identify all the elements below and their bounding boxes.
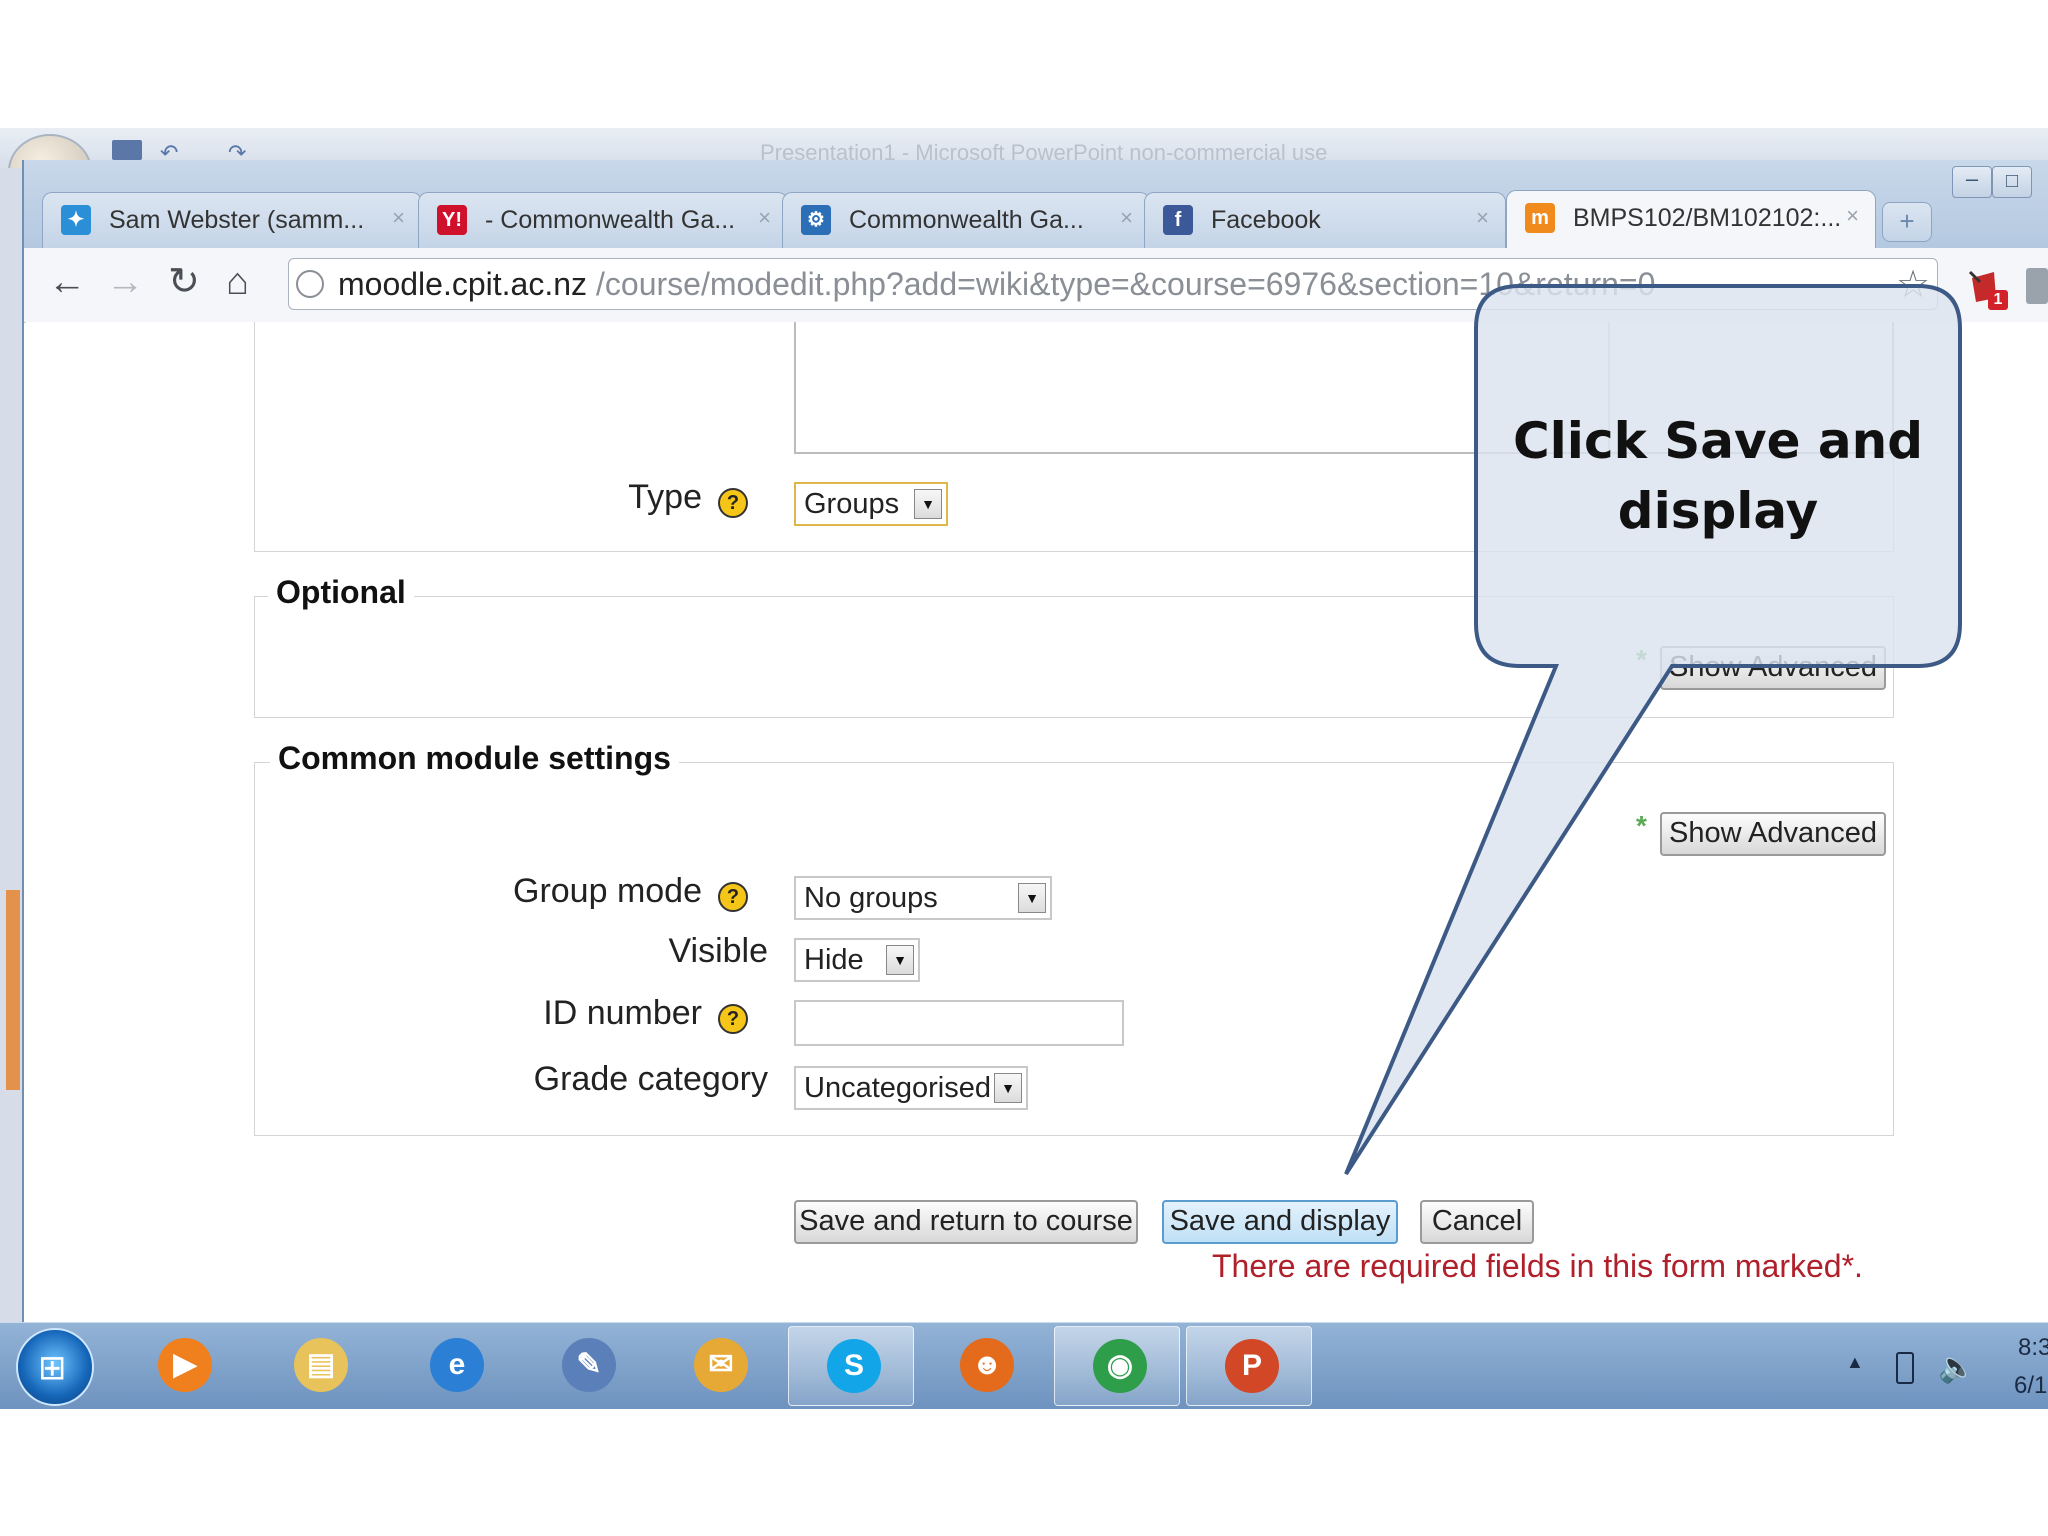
media-player-icon: ▶ xyxy=(158,1338,212,1392)
firefox-icon: ☻ xyxy=(960,1338,1014,1392)
group-mode-value: No groups xyxy=(804,882,938,914)
minimize-button[interactable]: – xyxy=(1952,166,1992,198)
windows-logo-icon: ⊞ xyxy=(38,1349,67,1387)
save-return-button[interactable]: Save and return to course xyxy=(794,1200,1138,1244)
type-select-value: Groups xyxy=(804,488,900,520)
cycling-icon: ⚙ xyxy=(801,205,831,235)
help-icon[interactable]: ? xyxy=(718,1004,748,1034)
bookmark-star-icon[interactable]: ☆ xyxy=(1896,262,1930,307)
save-display-button[interactable]: Save and display xyxy=(1162,1200,1398,1244)
tab-label: Commonwealth Ga... xyxy=(849,206,1084,234)
help-icon[interactable]: ? xyxy=(718,882,748,912)
tab-label: - Commonwealth Ga... xyxy=(485,206,736,234)
taskbar-app[interactable]: ▤ xyxy=(256,1326,382,1406)
slide-thumbnail-highlight xyxy=(6,890,20,1090)
close-tab-icon[interactable]: × xyxy=(392,205,405,231)
taskbar-app[interactable]: ◉ xyxy=(1054,1326,1180,1406)
show-hidden-icons[interactable]: ▲ xyxy=(1846,1352,1864,1373)
taskbar-app[interactable]: S xyxy=(788,1326,914,1406)
browser-tab[interactable]: ✦ Sam Webster (samm... × xyxy=(42,192,422,248)
wrench-menu-icon[interactable] xyxy=(2026,268,2048,304)
save-icon[interactable] xyxy=(112,140,142,160)
moodle-icon: m xyxy=(1525,203,1555,233)
required-fields-note: There are required fields in this form m… xyxy=(1212,1248,1863,1284)
home-icon[interactable]: ⌂ xyxy=(226,262,249,302)
common-module-legend: Common module settings xyxy=(270,740,679,777)
yahoo-icon: Y! xyxy=(437,205,467,235)
volume-muted-icon[interactable]: 🔈 xyxy=(1938,1350,1975,1385)
taskbar-app[interactable]: P xyxy=(1186,1326,1312,1406)
user-accounts-icon: ✎ xyxy=(562,1338,616,1392)
close-tab-icon[interactable]: × xyxy=(758,205,771,231)
tab-label: BMPS102/BM102102:... xyxy=(1573,204,1842,232)
callout-line-2: display xyxy=(1617,482,1819,540)
extension-badge: 1 xyxy=(1988,290,2008,310)
close-tab-icon[interactable]: × xyxy=(1476,205,1489,231)
reload-icon[interactable]: ↻ xyxy=(168,262,200,302)
dropdown-arrow-icon[interactable]: ▼ xyxy=(914,489,942,519)
type-label: Type xyxy=(628,478,702,516)
file-explorer-icon: ▤ xyxy=(294,1338,348,1392)
grade-category-select[interactable]: Uncategorised ▼ xyxy=(794,1066,1028,1110)
advanced-marker: * xyxy=(1636,810,1647,841)
maximize-button[interactable]: □ xyxy=(1992,166,2032,198)
forward-icon[interactable]: → xyxy=(106,262,144,302)
taskbar-app[interactable]: ✎ xyxy=(524,1326,650,1406)
id-number-label: ID number xyxy=(543,994,702,1032)
grade-category-value: Uncategorised xyxy=(804,1072,991,1104)
visible-value: Hide xyxy=(804,944,864,976)
browser-tab[interactable]: ⚙ Commonwealth Ga... × xyxy=(782,192,1150,248)
optional-fieldset xyxy=(254,596,1894,718)
url-path: /course/modedit.php?add=wiki&type=&cours… xyxy=(596,266,1656,302)
facebook-icon: f xyxy=(1163,205,1193,235)
site-info-icon[interactable] xyxy=(296,270,324,298)
taskbar-app[interactable]: e xyxy=(392,1326,518,1406)
help-icon[interactable]: ? xyxy=(718,488,748,518)
optional-show-advanced-button[interactable]: Show Advanced xyxy=(1660,646,1886,690)
type-select[interactable]: Groups ▼ xyxy=(794,482,948,526)
dropdown-arrow-icon[interactable]: ▼ xyxy=(994,1073,1022,1103)
advanced-marker: * xyxy=(1636,644,1647,675)
twitter-bird-icon: ✦ xyxy=(61,205,91,235)
taskbar-app[interactable]: ✉ xyxy=(656,1326,782,1406)
dropdown-arrow-icon[interactable]: ▼ xyxy=(1018,883,1046,913)
browser-tab[interactable]: m BMPS102/BM102102:... × xyxy=(1506,190,1876,250)
callout-text: Click Save and display xyxy=(1500,406,1936,546)
close-tab-icon[interactable]: × xyxy=(1846,203,1859,229)
url-host: moodle.cpit.ac.nz xyxy=(338,266,588,302)
browser-tab[interactable]: Y! - Commonwealth Ga... × xyxy=(418,192,788,248)
taskbar-app[interactable]: ☻ xyxy=(922,1326,1048,1406)
cancel-button[interactable]: Cancel xyxy=(1420,1200,1534,1244)
tab-label: Sam Webster (samm... xyxy=(109,206,365,234)
clock-time[interactable]: 8:3 xyxy=(2018,1334,2048,1362)
visible-select[interactable]: Hide ▼ xyxy=(794,938,920,982)
visible-label: Visible xyxy=(668,932,768,970)
battery-icon[interactable] xyxy=(1896,1352,1914,1384)
skype-icon: S xyxy=(827,1339,881,1393)
back-icon[interactable]: ← xyxy=(48,262,86,302)
id-number-input[interactable] xyxy=(794,1000,1124,1046)
taskbar-app[interactable]: ▶ xyxy=(120,1326,246,1406)
callout-line-1: Click Save and xyxy=(1512,412,1924,470)
group-mode-label: Group mode xyxy=(513,872,702,910)
internet-explorer-icon: e xyxy=(430,1338,484,1392)
browser-tab[interactable]: f Facebook × xyxy=(1144,192,1506,248)
common-show-advanced-button[interactable]: Show Advanced xyxy=(1660,812,1886,856)
group-mode-select[interactable]: No groups ▼ xyxy=(794,876,1052,920)
clock-date[interactable]: 6/1 xyxy=(2014,1372,2047,1400)
dropdown-arrow-icon[interactable]: ▼ xyxy=(886,945,914,975)
new-tab-button[interactable]: + xyxy=(1882,202,1932,242)
optional-legend: Optional xyxy=(268,574,414,611)
tab-label: Facebook xyxy=(1211,206,1321,234)
powerpoint-icon: P xyxy=(1225,1339,1279,1393)
close-tab-icon[interactable]: × xyxy=(1120,205,1133,231)
chrome-icon: ◉ xyxy=(1093,1339,1147,1393)
grade-category-label: Grade category xyxy=(533,1060,768,1098)
outlook-icon: ✉ xyxy=(694,1338,748,1392)
